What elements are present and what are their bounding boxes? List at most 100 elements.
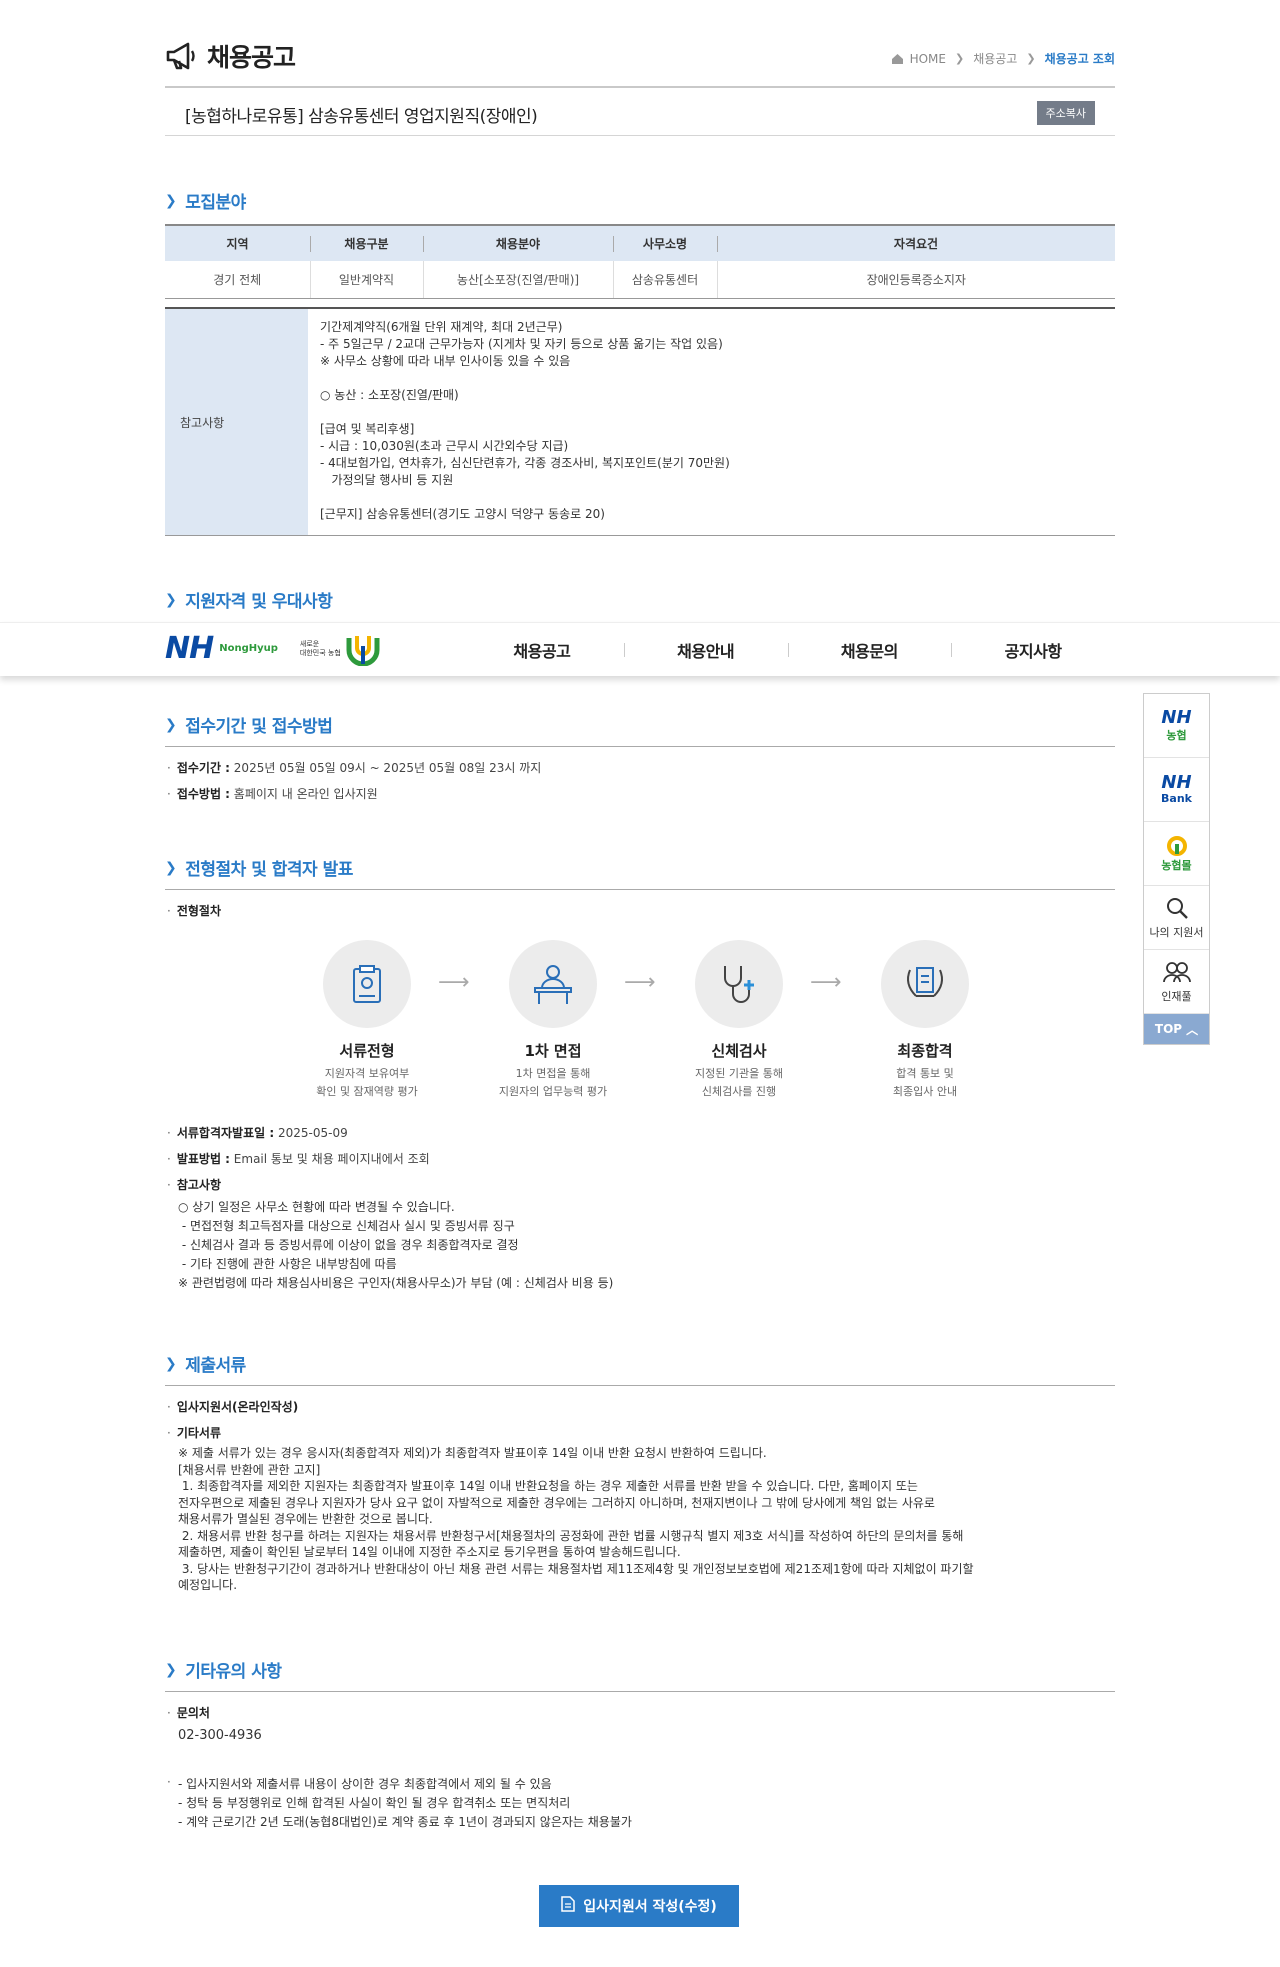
- nonghyup-emblem-icon: [346, 635, 380, 666]
- step-interview: 1차 면접 1차 면접을 통해 지원자의 업무능력 평가: [468, 940, 638, 1101]
- step-name: 1차 면접: [524, 1042, 582, 1060]
- section-divider: [165, 889, 1115, 890]
- step-name: 서류전형: [339, 1042, 395, 1060]
- process-label: 전형절차: [176, 904, 221, 918]
- breadcrumb: HOME ❯ 채용공고 ❯ 채용공고 조회: [891, 50, 1115, 67]
- breadcrumb-recruit[interactable]: 채용공고: [973, 50, 1017, 67]
- job-title: [농협하나로유통] 삼송유통센터 영업지원직(장애인): [185, 107, 538, 127]
- step-name: 신체검사: [711, 1042, 767, 1060]
- document-item-2: · 기타서류: [167, 1426, 221, 1440]
- search-icon: [1166, 897, 1188, 919]
- note-text: 기간제계약직(6개월 단위 재계약, 최대 2년근무) - 주 5일근무 / 2…: [320, 320, 730, 521]
- method-row: · 접수방법 : 홈페이지 내 온라인 입사지원: [167, 787, 378, 801]
- process-notes-row: · 참고사항: [167, 1178, 221, 1192]
- section-title-text: 기타유의 사항: [185, 1662, 282, 1682]
- table-header: 자격요건: [717, 224, 1115, 261]
- section-title-text: 전형절차 및 합격자 발표: [185, 860, 353, 880]
- quick-nhbank[interactable]: NH Bank: [1144, 758, 1209, 822]
- chevron-right-icon: ❯: [165, 859, 177, 876]
- section-title-period: ❯ 접수기간 및 접수방법: [165, 712, 333, 738]
- step-document: 서류전형 지원자격 보유여부 확인 및 잠재역량 평가: [282, 940, 452, 1101]
- announce-value: Email 통보 및 채용 페이지내에서 조회: [233, 1152, 430, 1166]
- quick-menu: NH 농협 NH Bank 농협몰 나의 지원서 인재풀 TOP ︿: [1143, 693, 1210, 1045]
- stethoscope-icon: [695, 940, 783, 1028]
- section-divider: [165, 1691, 1115, 1692]
- step-desc: 지원자격 보유여부 확인 및 잠재역량 평가: [316, 1067, 418, 1098]
- period-row: · 접수기간 : 2025년 05월 05일 09시 ~ 2025년 05월 08…: [167, 761, 542, 775]
- section-divider: [165, 1385, 1115, 1386]
- nh-slogan: 새로운 대한민국 농협: [299, 639, 341, 657]
- table-header: 지역: [165, 224, 310, 261]
- announce-label: 발표방법 :: [176, 1152, 230, 1166]
- table-header: 사무소명: [613, 224, 717, 261]
- chevron-right-icon: ❯: [165, 591, 177, 608]
- arrow-right-icon: ⟶: [810, 970, 842, 995]
- process-notes-label: 참고사항: [176, 1178, 221, 1192]
- quick-nhmall[interactable]: 농협몰: [1144, 822, 1209, 886]
- nh-logo-mark: NH: [1161, 772, 1192, 793]
- document-item-1: · 입사지원서(온라인작성): [167, 1400, 299, 1414]
- step-name: 최종합격: [897, 1042, 953, 1060]
- note-table: 참고사항 기간제계약직(6개월 단위 재계약, 최대 2년근무) - 주 5일근…: [165, 307, 1115, 536]
- section-divider: [165, 746, 1115, 747]
- chevron-right-icon: ❯: [165, 716, 177, 733]
- section-title-etc: ❯ 기타유의 사항: [165, 1657, 282, 1683]
- arrow-right-icon: ⟶: [624, 970, 656, 995]
- nav-item-recruit[interactable]: 채용공고: [460, 623, 624, 677]
- etc-bullet: ·: [167, 1775, 171, 1789]
- apply-form-label: 입사지원서 작성(수정): [583, 1899, 717, 1915]
- table-row: 경기 전체 일반계약직 농산[소포장(진열/판매)] 삼송유통센터 장애인등록증…: [165, 261, 1115, 299]
- nav-item-inquiry[interactable]: 채용문의: [787, 623, 952, 677]
- job-title-bar: [농협하나로유통] 삼송유통센터 영업지원직(장애인) 주소복사: [165, 92, 1115, 136]
- nhmall-icon: [1166, 835, 1187, 856]
- note-label: 참고사항: [165, 309, 308, 535]
- chevron-right-icon: ❯: [954, 52, 965, 65]
- section-title-qualification: ❯ 지원자격 및 우대사항: [165, 587, 333, 613]
- quick-talent-pool[interactable]: 인재풀: [1144, 950, 1209, 1014]
- quick-my-application[interactable]: 나의 지원서: [1144, 886, 1209, 950]
- nh-logo-mark: NH: [1161, 706, 1192, 728]
- header-divider: [165, 86, 1115, 88]
- recruit-table: 지역 채용구분 채용분야 사무소명 자격요건 경기 전체 일반계약직 농산[소포…: [165, 224, 1115, 299]
- step-medical: 신체검사 지정된 기관을 통해 신체검사를 진행: [654, 940, 824, 1101]
- nav-item-notice[interactable]: 공지사항: [951, 623, 1115, 677]
- step-desc: 합격 통보 및 최종입사 안내: [892, 1067, 958, 1098]
- chevron-right-icon: ❯: [165, 1355, 177, 1372]
- table-header-row: 지역 채용구분 채용분야 사무소명 자격요건: [165, 224, 1115, 261]
- home-icon: [891, 53, 903, 64]
- breadcrumb-home[interactable]: HOME: [910, 52, 946, 66]
- announce-row: · 발표방법 : Email 통보 및 채용 페이지내에서 조회: [167, 1152, 430, 1166]
- table-cell: 장애인등록증소지자: [716, 261, 1115, 299]
- doc-pass-value: 2025-05-09: [277, 1126, 348, 1140]
- megaphone-icon: [166, 42, 195, 70]
- table-cell: 삼송유통센터: [612, 261, 717, 299]
- chevron-right-icon: ❯: [165, 1661, 177, 1678]
- apply-form-button[interactable]: 입사지원서 작성(수정): [539, 1885, 739, 1927]
- section-title-text: 지원자격 및 우대사항: [185, 592, 333, 612]
- scroll-top-label: TOP: [1154, 1022, 1183, 1036]
- scroll-top-button[interactable]: TOP ︿: [1144, 1014, 1209, 1044]
- section-title-text: 접수기간 및 접수방법: [185, 717, 333, 737]
- quick-nonghyup[interactable]: NH 농협: [1144, 694, 1209, 758]
- table-cell: 일반계약직: [309, 261, 423, 299]
- quick-label: 농협몰: [1161, 858, 1192, 872]
- contact-value: 02-300-4936: [178, 1728, 262, 1743]
- chevron-up-icon: ︿: [1186, 1022, 1199, 1037]
- doc-pass-row: · 서류합격자발표일 : 2025-05-09: [167, 1126, 348, 1140]
- page-header: 채용공고 HOME ❯ 채용공고 ❯ 채용공고 조회: [165, 38, 1115, 88]
- step-desc: 1차 면접을 통해 지원자의 업무능력 평가: [498, 1067, 608, 1098]
- global-nav: NH NongHyup 새로운 대한민국 농협 채용공고 채용안내 채용문의 공…: [0, 622, 1280, 676]
- chevron-right-icon: ❯: [165, 192, 177, 209]
- contact-label: 문의처: [176, 1706, 210, 1720]
- clipboard-icon: [323, 940, 411, 1028]
- copy-address-button[interactable]: 주소복사: [1036, 101, 1095, 125]
- nav-item-guide[interactable]: 채용안내: [623, 623, 788, 677]
- period-value: 2025년 05월 05일 09시 ~ 2025년 05월 08일 23시 까지: [233, 761, 542, 775]
- document-icon: [561, 1896, 575, 1916]
- nh-logo[interactable]: NH NongHyup 새로운 대한민국 농협: [165, 631, 381, 666]
- section-title-documents: ❯ 제출서류: [165, 1351, 246, 1377]
- page-title-text: 채용공고: [207, 43, 296, 72]
- section-title-text: 모집분야: [185, 193, 246, 213]
- table-header: 채용구분: [310, 224, 423, 261]
- method-value: 홈페이지 내 온라인 입사지원: [233, 787, 378, 801]
